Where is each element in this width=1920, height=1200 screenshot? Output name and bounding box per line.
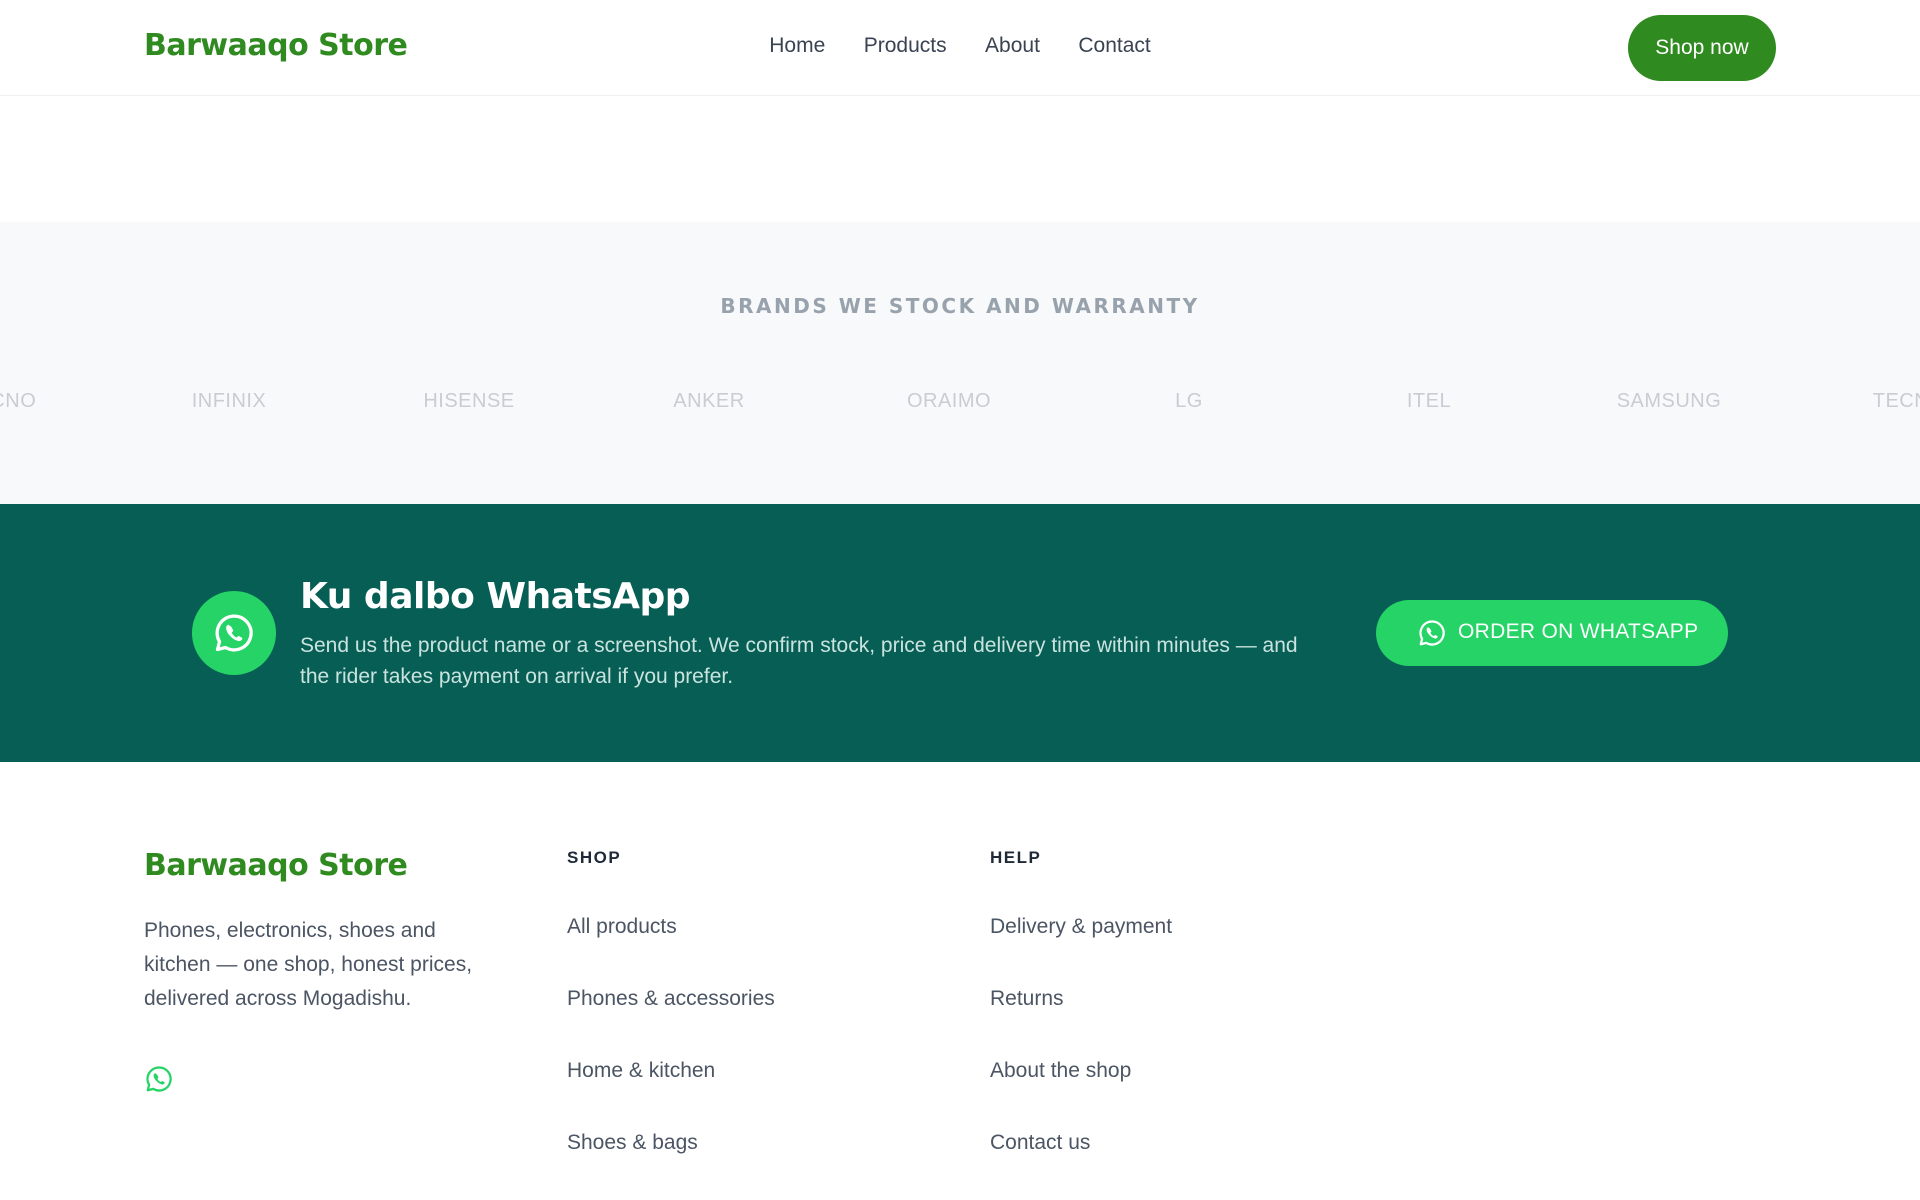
whatsapp-badge xyxy=(192,591,276,675)
brands-title: BRANDS WE STOCK AND WARRANTY xyxy=(720,294,1200,318)
brand-infinix: INFINIX xyxy=(191,390,267,412)
nav-contact[interactable]: Contact xyxy=(1078,34,1150,58)
brand-samsung: SAMSUNG xyxy=(1616,390,1722,412)
brands-section: BRANDS WE STOCK AND WARRANTY TECNO INFIN… xyxy=(0,222,1920,504)
nav-home[interactable]: Home xyxy=(769,34,825,58)
nav-about[interactable]: About xyxy=(985,34,1040,58)
footer-link-phones-accessories[interactable]: Phones & accessories xyxy=(567,987,775,1011)
brand-oraimo: ORAIMO xyxy=(906,390,992,412)
footer-link-returns[interactable]: Returns xyxy=(990,987,1064,1011)
brand-tecno: TECNO xyxy=(0,390,37,412)
brand-itel: ITEL xyxy=(1406,390,1452,412)
footer-link-shoes-bags[interactable]: Shoes & bags xyxy=(567,1131,698,1155)
footer-help-heading: HELP xyxy=(990,848,1042,867)
whatsapp-icon xyxy=(1419,620,1445,646)
footer-description: Phones, electronics, shoes and kitchen —… xyxy=(144,919,473,1010)
brand-tecno-repeat: TECNO xyxy=(1872,390,1920,412)
nav-products[interactable]: Products xyxy=(864,34,947,58)
brand-hisense: HISENSE xyxy=(423,390,515,412)
whatsapp-icon xyxy=(146,1066,172,1092)
footer-whatsapp-link[interactable] xyxy=(144,1064,174,1099)
order-on-whatsapp-button[interactable]: ORDER ON WHATSAPP xyxy=(1376,600,1728,666)
whatsapp-description: Send us the product name or a screenshot… xyxy=(300,634,1298,688)
site-header: Barwaaqo Store Home Products About Conta… xyxy=(0,0,1920,96)
brand-lg: LG xyxy=(1175,390,1203,412)
brand-anker: ANKER xyxy=(673,390,745,412)
footer-link-delivery-payment[interactable]: Delivery & payment xyxy=(990,915,1172,939)
order-on-whatsapp-label: ORDER ON WHATSAPP xyxy=(1458,620,1699,643)
footer-link-about-the-shop[interactable]: About the shop xyxy=(990,1059,1131,1083)
shop-now-button[interactable]: Shop now xyxy=(1628,15,1776,81)
whatsapp-title: Ku dalbo WhatsApp xyxy=(300,576,691,617)
footer-logo[interactable]: Barwaaqo Store xyxy=(144,848,408,883)
footer-shop-heading: SHOP xyxy=(567,848,622,867)
footer-link-contact-us[interactable]: Contact us xyxy=(990,1131,1090,1155)
footer-link-all-products[interactable]: All products xyxy=(567,915,677,939)
whatsapp-order-section: Ku dalbo WhatsApp Send us the product na… xyxy=(0,504,1920,762)
footer-link-home-kitchen[interactable]: Home & kitchen xyxy=(567,1059,715,1083)
whatsapp-icon xyxy=(215,614,253,652)
